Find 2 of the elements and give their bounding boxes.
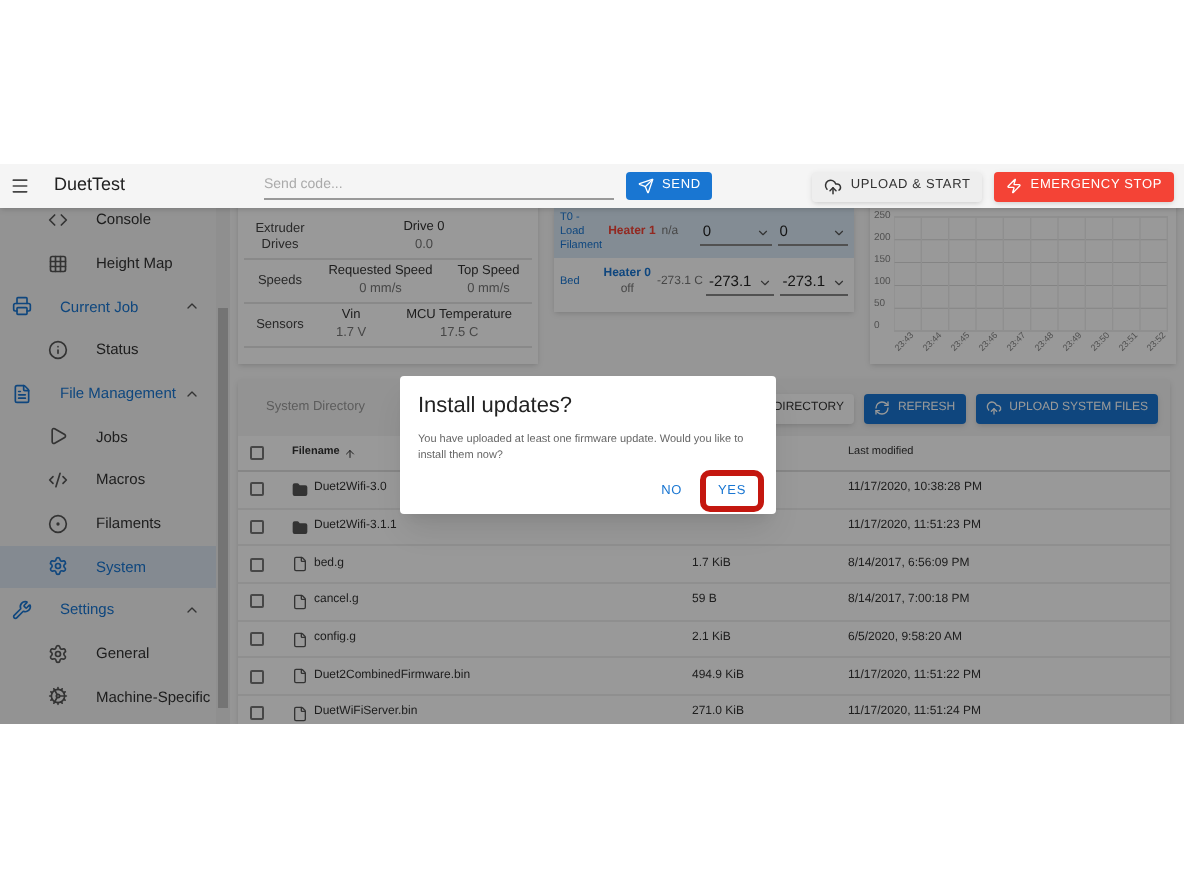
app-title: DuetTest [54, 172, 128, 199]
dialog-title: Install updates? [418, 392, 573, 422]
